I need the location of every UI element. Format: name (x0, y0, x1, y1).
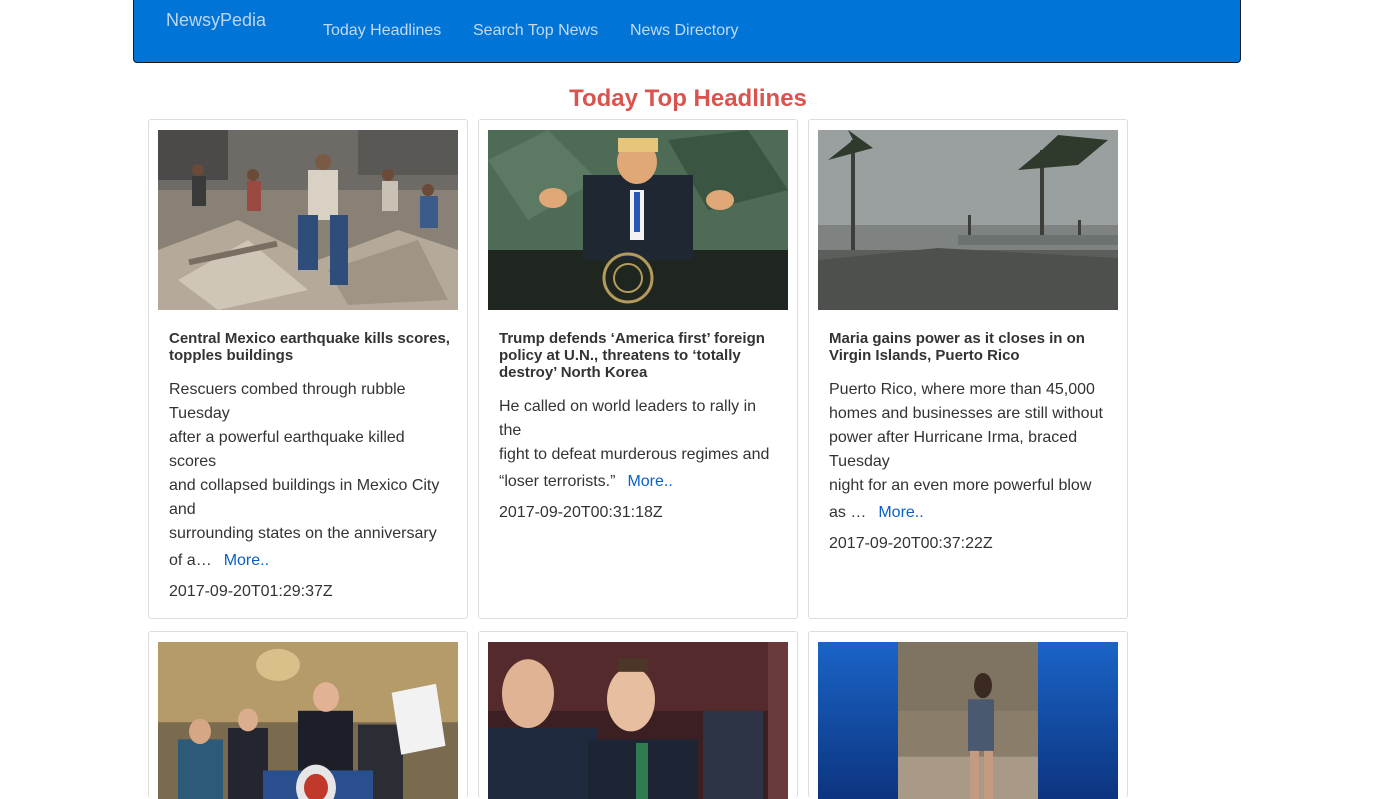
more-link[interactable]: More.. (878, 504, 923, 521)
news-card: Central Mexico earthquake kills scores, … (148, 119, 468, 619)
article-date: 2017-09-20T00:31:18Z (499, 504, 663, 521)
hurricane-storm-photo[interactable] (818, 130, 1118, 310)
description-line: Rescuers combed through rubble Tuesday (169, 381, 406, 422)
video-runner-photo[interactable] (818, 642, 1118, 799)
description-line: and collapsed buildings in Mexico City a… (169, 477, 440, 518)
description-line: after a powerful earthquake killed score… (169, 429, 405, 470)
more-link[interactable]: More.. (224, 552, 269, 569)
nav-search-top-news[interactable]: Search Top News (473, 22, 598, 40)
card-body: Central Mexico earthquake kills scores, … (169, 330, 451, 604)
article-title: Trump defends ‘America first’ foreign po… (499, 330, 765, 381)
news-card: Trump defends ‘America first’ foreign po… (478, 119, 798, 619)
more-link[interactable]: More.. (627, 473, 672, 490)
top-navbar: NewsyPedia Today Headlines Search Top Ne… (133, 0, 1241, 63)
description-tail-text: of a… (169, 552, 212, 569)
description-tail: of a… More.. (169, 546, 451, 576)
description-tail-text: as … (829, 504, 867, 521)
card-body: Maria gains power as it closes in on Vir… (829, 330, 1111, 556)
article-title: Central Mexico earthquake kills scores, … (169, 330, 450, 364)
earthquake-rubble-photo[interactable] (158, 130, 458, 310)
courtroom-portrait-photo[interactable] (488, 642, 788, 799)
news-card (478, 631, 798, 799)
news-card (808, 631, 1128, 799)
description-tail: as … More.. (829, 498, 1111, 528)
description-line: fight to defeat murderous regimes and (499, 446, 770, 463)
nav-today-headlines[interactable]: Today Headlines (323, 22, 441, 40)
description-line: He called on world leaders to rally in t… (499, 398, 757, 439)
page-title: Today Top Headlines (569, 85, 807, 112)
description-line: homes and businesses are still without (829, 405, 1103, 422)
article-description: Puerto Rico, where more than 45,000 home… (829, 378, 1111, 528)
article-date: 2017-09-20T00:37:22Z (829, 535, 993, 552)
description-line: night for an even more powerful blow (829, 477, 1092, 494)
brand-logo[interactable]: NewsyPedia (166, 10, 266, 31)
article-date: 2017-09-20T01:29:37Z (169, 583, 333, 600)
un-speech-photo[interactable] (488, 130, 788, 310)
description-tail: “loser terrorists.” More.. (499, 467, 781, 497)
description-tail-text: “loser terrorists.” (499, 473, 616, 490)
card-body: Trump defends ‘America first’ foreign po… (499, 330, 781, 525)
description-line: surrounding states on the anniversary (169, 525, 437, 542)
description-line: power after Hurricane Irma, braced Tuesd… (829, 429, 1078, 470)
news-card (148, 631, 468, 799)
description-line: Puerto Rico, where more than 45,000 (829, 381, 1095, 398)
article-description: He called on world leaders to rally in t… (499, 395, 781, 497)
senate-press-conference-photo[interactable] (158, 642, 458, 799)
article-description: Rescuers combed through rubble Tuesday a… (169, 378, 451, 576)
nav-news-directory[interactable]: News Directory (630, 22, 738, 40)
news-card: Maria gains power as it closes in on Vir… (808, 119, 1128, 619)
article-title: Maria gains power as it closes in on Vir… (829, 330, 1085, 364)
